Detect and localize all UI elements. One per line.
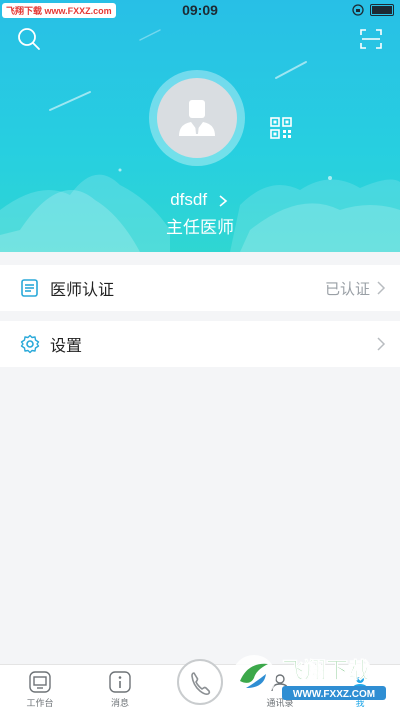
menu-item-label: 医师认证 (50, 282, 115, 299)
profile-header: 飞翔下载 www.FXXZ.com 09:09 dfsdf 主任医师 (0, 0, 400, 252)
info-icon (109, 671, 131, 693)
certificate-icon (21, 279, 38, 297)
battery-icon (370, 4, 394, 16)
menu-item-settings[interactable]: 设置 (0, 321, 400, 367)
username: dfsdf (170, 190, 208, 209)
watermark-url: WWW.FXXZ.COM (293, 689, 375, 700)
tab-label: 消息 (110, 698, 129, 708)
tab-messages[interactable]: 消息 (90, 665, 150, 711)
watermark-logo: 飞翔下载 WWW.FXXZ.COM (232, 655, 386, 700)
doctor-title: 主任医师 (166, 218, 234, 237)
chevron-right-icon (377, 281, 386, 295)
tab-workbench[interactable]: 工作台 (10, 665, 70, 711)
chevron-right-icon (377, 337, 386, 351)
avatar[interactable] (149, 70, 245, 166)
user-silhouette-icon (179, 100, 215, 136)
avatar-image (157, 78, 237, 158)
scan-icon[interactable] (358, 26, 384, 52)
certification-status: 已认证 (324, 280, 370, 298)
chevron-right-icon (219, 194, 228, 207)
status-bar-right (352, 4, 394, 16)
qrcode-icon[interactable] (270, 117, 292, 139)
tab-label: 工作台 (26, 698, 54, 708)
search-icon[interactable] (16, 26, 42, 52)
status-bar-time: 09:09 (182, 2, 218, 18)
menu-item-label: 设置 (50, 338, 83, 355)
gear-icon (20, 334, 40, 354)
phone-icon (191, 672, 211, 695)
orientation-lock-icon (352, 4, 364, 16)
watermark-brand: 飞翔下载 (282, 658, 370, 683)
status-bar: 飞翔下载 www.FXXZ.com 09:09 (0, 0, 400, 22)
call-button[interactable] (177, 659, 223, 705)
monitor-icon (29, 671, 51, 693)
username-row[interactable]: dfsdf (0, 190, 400, 210)
menu-item-certification[interactable]: 医师认证 已认证 (0, 265, 400, 311)
